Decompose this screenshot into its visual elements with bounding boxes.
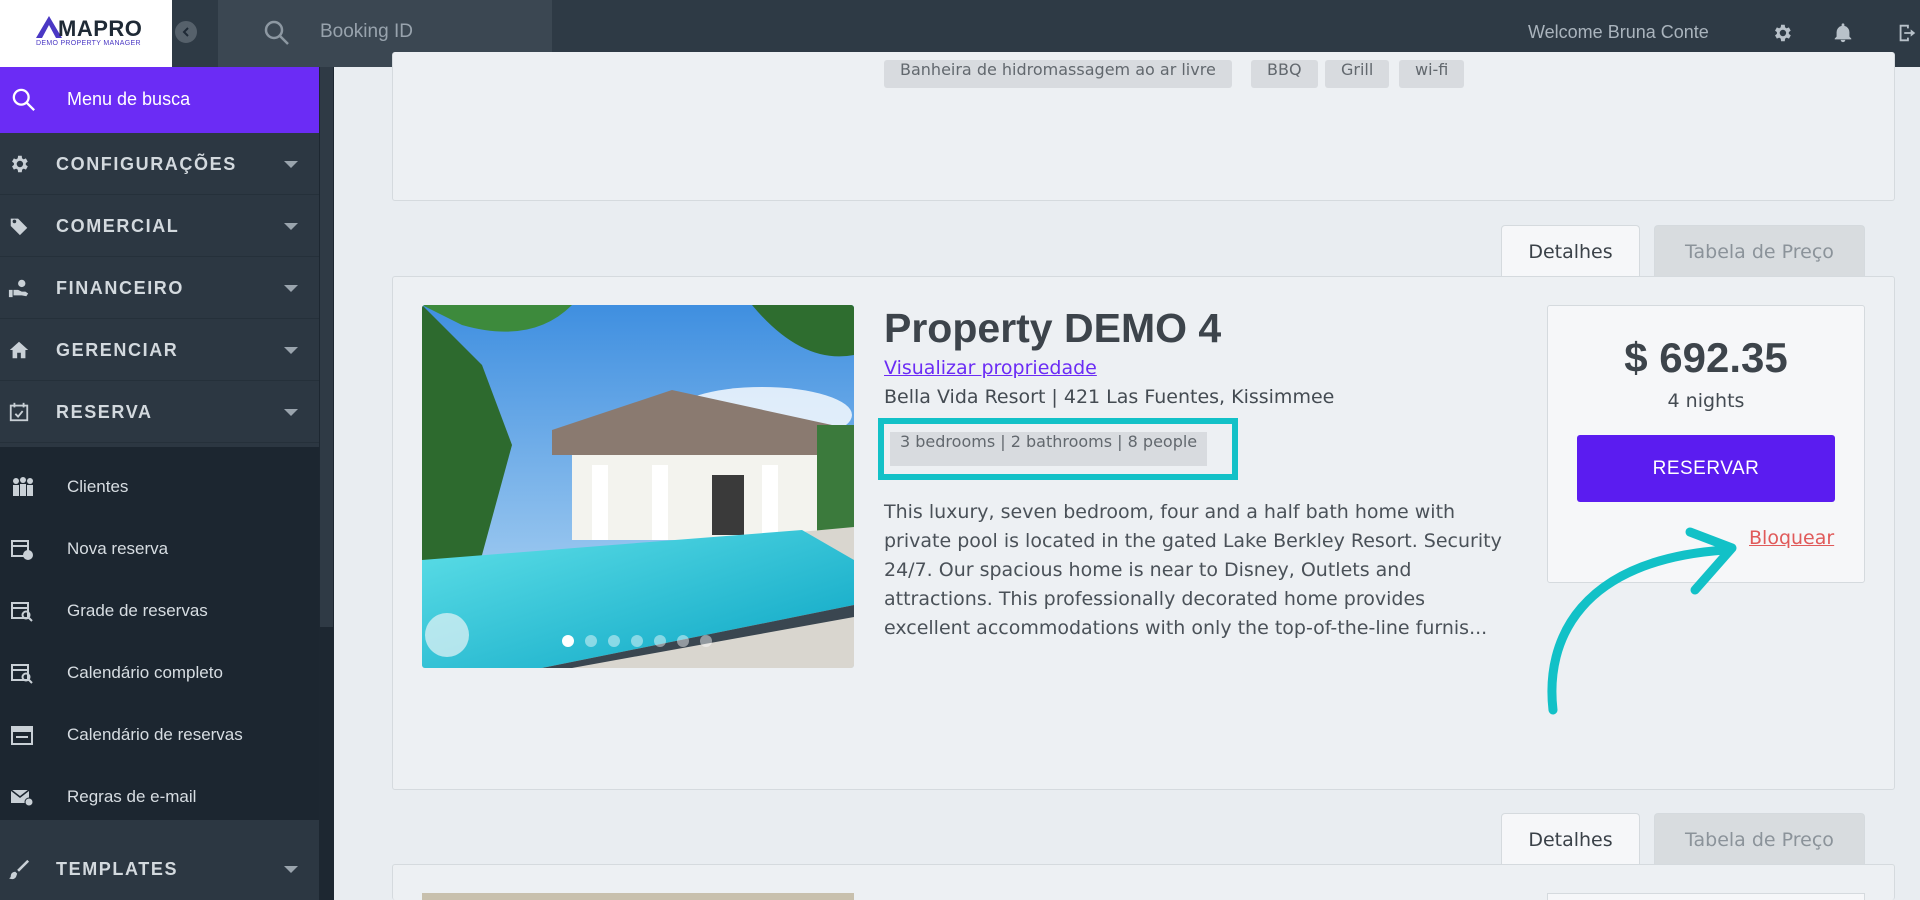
chevron-left-icon [182,27,189,37]
reserve-button[interactable]: RESERVAR [1577,435,1835,502]
carousel-dot[interactable] [677,635,689,647]
gear-icon [12,155,28,173]
tab-tabela-de-preco[interactable]: Tabela de Preço [1654,813,1865,865]
property-photo-carousel[interactable] [422,305,854,668]
tag-icon [10,218,28,236]
logout-icon[interactable] [1896,22,1918,44]
chevron-down-icon [284,285,298,292]
tab-detalhes[interactable]: Detalhes [1501,813,1640,865]
property-price: $ 692.35 [1624,334,1788,381]
chevron-down-icon [284,409,298,416]
annotation-arrow-icon [1547,527,1737,715]
sidebar-item-calendario-completo[interactable]: Calendário completo [0,642,319,704]
sidebar-item-label: Clientes [67,477,129,496]
sidebar-item-label: Grade de reservas [67,601,208,620]
sidebar-section-financeiro[interactable]: FINANCEIRO [0,257,319,319]
sidebar-section-label: TEMPLATES [56,859,179,879]
logo-text: MAPRO [58,16,143,41]
sidebar-section-label: RESERVA [56,402,153,422]
calendar-check-icon [9,402,29,422]
nights-count: 4 nights [1667,390,1745,412]
chevron-down-icon [284,866,298,873]
reserva-submenu: Clientes Nova reserva Grade de reservas … [0,447,319,820]
gear-icon[interactable] [1771,22,1793,44]
chevron-down-icon [284,161,298,168]
sidebar-section-label: FINANCEIRO [56,278,184,298]
price-box: $ 692.35 4 nights RESERVAR Bloquear [1547,305,1865,583]
sidebar-item-label: Regras de e-mail [67,787,197,806]
sidebar-item-regras-de-email[interactable]: Regras de e-mail [0,766,319,828]
carousel-dot[interactable] [585,635,597,647]
next-price-box [1547,893,1865,900]
sidebar-item-label: Nova reserva [67,539,169,558]
welcome-text: Welcome Bruna Conte [1528,22,1709,42]
email-icon [10,789,34,807]
booking-id-input[interactable] [320,14,540,50]
chevron-down-icon [284,347,298,354]
logo[interactable]: MAPRO DEMO PROPERTY MANAGER [0,0,172,67]
sidebar-item-label: Calendário completo [67,663,223,682]
block-link[interactable]: Bloquear [1749,527,1834,549]
sidebar-section-configuracoes[interactable]: CONFIGURAÇÕES [0,133,319,195]
sidebar-section-reserva[interactable]: RESERVA [0,381,319,443]
sidebar-scrollbar-thumb[interactable] [320,67,333,627]
sidebar-section-label: GERENCIAR [56,340,179,360]
money-hand-icon [8,279,29,298]
sidebar-item-grade-de-reservas[interactable]: Grade de reservas [0,580,319,642]
property-title: Property DEMO 4 [884,305,1222,351]
sidebar-section-gerenciar[interactable]: GERENCIAR [0,319,319,381]
carousel-dot[interactable] [631,635,643,647]
carousel-dot[interactable] [562,635,574,647]
previous-property-card [392,52,1895,201]
sidebar: Menu de busca CONFIGURAÇÕES COMERCIAL FI… [0,67,319,900]
carousel-dots [422,634,854,652]
search-icon [12,88,35,111]
view-property-link[interactable]: Visualizar propriedade [884,357,1097,379]
carousel-dot[interactable] [654,635,666,647]
tab-tabela-de-preco[interactable]: Tabela de Preço [1654,225,1865,277]
sidebar-item-clientes[interactable]: Clientes [0,456,319,518]
specs-highlight-box: 3 bedrooms | 2 bathrooms | 8 people [878,418,1238,480]
logo-subtitle: DEMO PROPERTY MANAGER [36,40,141,47]
property-address: Bella Vida Resort | 421 Las Fuentes, Kis… [884,386,1335,408]
sidebar-section-label: CONFIGURAÇÕES [56,154,237,174]
carousel-dot[interactable] [700,635,712,647]
calendar-search-icon [11,602,33,622]
sidebar-section-label: COMERCIAL [56,216,180,236]
sidebar-collapse-button[interactable] [172,18,200,46]
calendar-plus-icon [11,540,33,560]
sidebar-search-menu[interactable]: Menu de busca [0,67,319,133]
calendar-icon [11,726,33,745]
people-icon [13,477,33,496]
property-card [392,276,1895,790]
next-property-card [392,864,1895,900]
sidebar-item-calendario-de-reservas[interactable]: Calendário de reservas [0,704,319,766]
brush-icon [8,859,30,880]
house-icon [9,341,29,359]
tab-detalhes[interactable]: Detalhes [1501,225,1640,277]
sidebar-search-label: Menu de busca [67,89,191,109]
carousel-dot[interactable] [608,635,620,647]
chevron-down-icon [284,223,298,230]
sidebar-section-comercial[interactable]: COMERCIAL [0,195,319,257]
property-description: This luxury, seven bedroom, four and a h… [884,501,1502,639]
sidebar-item-nova-reserva[interactable]: Nova reserva [0,518,319,580]
sidebar-item-label: Calendário de reservas [67,725,243,744]
property-specs: 3 bedrooms | 2 bathrooms | 8 people [890,432,1208,466]
search-icon [264,20,289,45]
calendar-search-icon [11,664,33,684]
sidebar-section-templates[interactable]: TEMPLATES [0,838,319,900]
next-property-photo [422,893,854,900]
property-photo [422,305,854,668]
bell-icon[interactable] [1832,22,1854,44]
